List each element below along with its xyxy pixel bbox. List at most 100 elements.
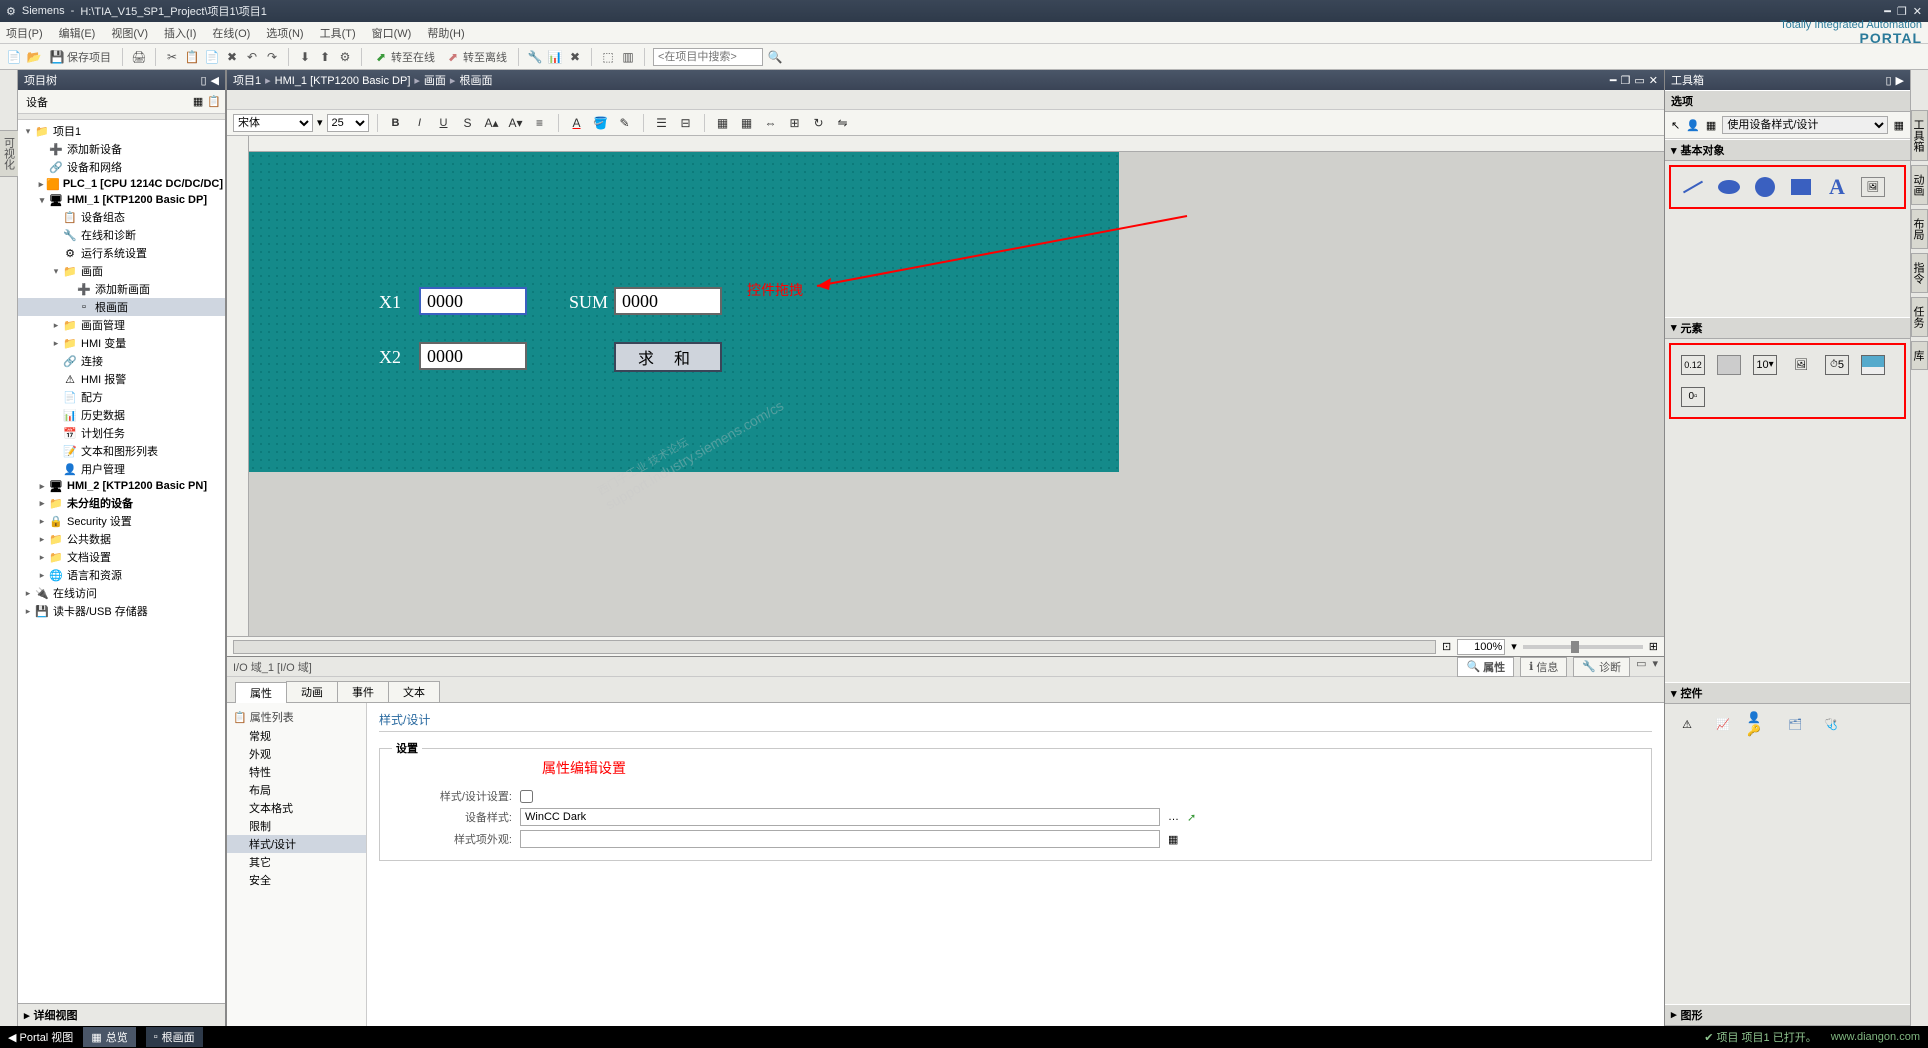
portal-view-button[interactable]: ◀ Portal 视图	[8, 1029, 73, 1045]
shape-circle[interactable]	[1753, 177, 1777, 197]
zoom-slider[interactable]	[1523, 645, 1643, 649]
device-tab[interactable]: 设备	[22, 92, 52, 112]
prop-expand-icon[interactable]: ▾	[1652, 657, 1658, 677]
tree-item[interactable]: ⚠HMI 报警	[18, 370, 225, 388]
prop-nav-item[interactable]: 特性	[227, 763, 366, 781]
zoom-fit-icon[interactable]: ⊡	[1442, 640, 1451, 653]
go-online-button[interactable]: ⬈转至在线	[370, 48, 438, 66]
shape-text[interactable]: A	[1825, 177, 1849, 197]
person-icon[interactable]: 👤	[1686, 119, 1700, 132]
ctrl-sys[interactable]: 🩺	[1819, 714, 1843, 734]
fontcolor-icon[interactable]: A	[567, 114, 587, 132]
breadcrumb-part[interactable]: HMI_1 [KTP1200 Basic DP]	[275, 75, 411, 87]
search-icon[interactable]: 🔍	[767, 49, 783, 65]
bold-button[interactable]: B	[386, 114, 406, 132]
split-v-icon[interactable]: ▥	[620, 49, 636, 65]
prop-nav-item[interactable]: 外观	[227, 745, 366, 763]
editor-min-icon[interactable]: ━	[1610, 74, 1617, 87]
go-offline-button[interactable]: ⬈转至离线	[442, 48, 510, 66]
elem-button[interactable]	[1717, 355, 1741, 375]
linecolor-icon[interactable]: ✎	[615, 114, 635, 132]
section-graphics[interactable]: 图形	[1681, 1007, 1703, 1023]
align-icon[interactable]: ☰	[652, 114, 672, 132]
tree-item[interactable]: 📄配方	[18, 388, 225, 406]
section-elements[interactable]: 元素	[1681, 320, 1703, 336]
elem-graphio[interactable]: 🖼	[1789, 355, 1813, 375]
tree-item[interactable]: 📅计划任务	[18, 424, 225, 442]
valign-icon[interactable]: ⊟	[676, 114, 696, 132]
tbx-pin-icon[interactable]: ▶	[1896, 74, 1904, 87]
elem-datetime[interactable]: ⏱5	[1825, 355, 1849, 375]
vtab-tasks[interactable]: 任务	[1911, 297, 1928, 337]
menu-item[interactable]: 在线(O)	[212, 25, 250, 41]
italic-button[interactable]: I	[410, 114, 430, 132]
new-project-icon[interactable]: 📄	[6, 49, 22, 65]
field-x2[interactable]: 0000	[419, 342, 527, 370]
tree-item[interactable]: ▸🖥HMI_2 [KTP1200 Basic PN]	[18, 478, 225, 494]
tree-item[interactable]: ▸🔒Security 设置	[18, 512, 225, 530]
tree-item[interactable]: ▾📁画面	[18, 262, 225, 280]
field-x1[interactable]: 0000	[419, 287, 527, 315]
tree-item[interactable]: ▸🟧PLC_1 [CPU 1214C DC/DC/DC]	[18, 176, 225, 192]
root-screen-tab[interactable]: ▫ 根画面	[146, 1027, 203, 1047]
prop-nav-item[interactable]: 常规	[227, 727, 366, 745]
prop-nav-item[interactable]: 布局	[227, 781, 366, 799]
overview-tab[interactable]: ▦ 总览	[83, 1027, 135, 1047]
prop-tab[interactable]: 文本	[388, 681, 440, 702]
goto-icon[interactable]: ➚	[1187, 811, 1196, 824]
ctrl-alarm[interactable]: ⚠	[1675, 714, 1699, 734]
tree-item[interactable]: ▸📁画面管理	[18, 316, 225, 334]
tree-item[interactable]: ▸📁公共数据	[18, 530, 225, 548]
group-icon[interactable]: ⊞	[785, 114, 805, 132]
copy-icon[interactable]: 📋	[184, 49, 200, 65]
elem-iofield[interactable]: 0.12	[1681, 355, 1705, 375]
font-opts-icon[interactable]: ▾	[317, 116, 323, 129]
hmi-screen[interactable]: X1 0000 SUM 0000 X2 0000 求 和 控件拖拽 西门子工业 …	[249, 152, 1119, 472]
fontsize-select[interactable]: 25	[327, 114, 369, 132]
tab-info-hdr[interactable]: ℹ信息	[1520, 657, 1567, 677]
menu-item[interactable]: 视图(V)	[111, 25, 148, 41]
tree-item[interactable]: ▸🔌在线访问	[18, 584, 225, 602]
prop-collapse-icon[interactable]: ▭	[1636, 657, 1646, 677]
print-icon[interactable]: 🖨	[131, 49, 147, 65]
tree-item[interactable]: ▫根画面	[18, 298, 225, 316]
vtab-instr[interactable]: 指令	[1911, 253, 1928, 293]
fontshrink-icon[interactable]: A▾	[506, 114, 526, 132]
upload-icon[interactable]: ⬆	[317, 49, 333, 65]
menu-item[interactable]: 编辑(E)	[59, 25, 96, 41]
menu-item[interactable]: 帮助(H)	[427, 25, 464, 41]
tree-item[interactable]: ▾📁项目1	[18, 122, 225, 140]
browse-icon-2[interactable]: ▦	[1168, 833, 1178, 846]
editor-restore-icon[interactable]: ❐	[1621, 74, 1631, 87]
tree-item[interactable]: ▸📁未分组的设备	[18, 494, 225, 512]
menu-item[interactable]: 项目(P)	[6, 25, 43, 41]
zoom-input[interactable]	[1457, 639, 1505, 655]
tab-diag-hdr[interactable]: 🔧诊断	[1573, 657, 1630, 677]
paste-icon[interactable]: 📄	[204, 49, 220, 65]
shape-ellipse[interactable]	[1717, 177, 1741, 197]
prop-nav-item[interactable]: 文本格式	[227, 799, 366, 817]
tree-item[interactable]: ▾🖥HMI_1 [KTP1200 Basic DP]	[18, 192, 225, 208]
menu-item[interactable]: 工具(T)	[320, 25, 356, 41]
prop-nav-item[interactable]: 安全	[227, 871, 366, 889]
breadcrumb-part[interactable]: 项目1	[233, 75, 261, 87]
pane-collapse-icon[interactable]: ▯	[200, 74, 206, 87]
calc-button[interactable]: 求 和	[614, 342, 722, 372]
tree-item[interactable]: 📋设备组态	[18, 208, 225, 226]
font-select[interactable]: 宋体	[233, 114, 313, 132]
tree-btn-1[interactable]: ▦	[193, 95, 203, 108]
tree-item[interactable]: ▸💾读卡器/USB 存储器	[18, 602, 225, 620]
search-input[interactable]	[653, 48, 763, 66]
strike-button[interactable]: S	[458, 114, 478, 132]
rotate-icon[interactable]: ↻	[809, 114, 829, 132]
align-left-icon[interactable]: ≡	[530, 114, 550, 132]
tree-item[interactable]: ➕添加新画面	[18, 280, 225, 298]
tree-body[interactable]: ▾📁项目1➕添加新设备🔗设备和网络▸🟧PLC_1 [CPU 1214C DC/D…	[18, 120, 225, 1003]
h-scrollbar[interactable]	[233, 640, 1436, 654]
ctrl-recipe[interactable]: 🗂	[1783, 714, 1807, 734]
label-x2[interactable]: X2	[379, 347, 401, 368]
prop-nav-item[interactable]: 样式/设计	[227, 835, 366, 853]
layer-icon-1[interactable]: ▦	[713, 114, 733, 132]
vtab-anim[interactable]: 动画	[1911, 165, 1928, 205]
prop-tab[interactable]: 动画	[286, 681, 338, 702]
